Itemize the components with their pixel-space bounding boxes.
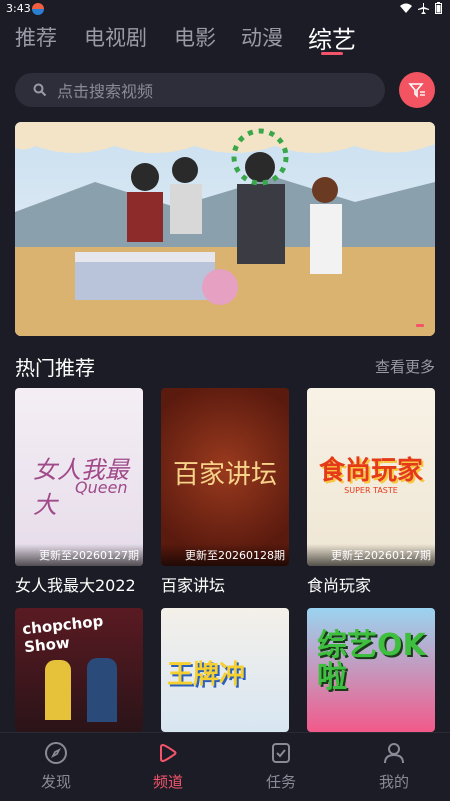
poster-title: chopchop Show bbox=[21, 611, 105, 657]
search-bar[interactable]: 点击搜索视频 bbox=[15, 73, 385, 107]
poster-title: 食尚玩家 bbox=[318, 456, 423, 486]
poster-title: 王牌冲 bbox=[167, 660, 246, 690]
update-label: 更新至20260127期 bbox=[15, 544, 143, 566]
update-label: 更新至20260128期 bbox=[161, 544, 289, 566]
filter-button[interactable] bbox=[399, 72, 435, 108]
nav-tasks[interactable]: 任务 bbox=[241, 733, 321, 792]
see-more-link[interactable]: 查看更多 bbox=[375, 356, 435, 377]
nav-label: 发现 bbox=[40, 773, 71, 791]
featured-banner[interactable] bbox=[15, 122, 435, 336]
poster-title: 综艺OK啦 bbox=[317, 628, 426, 695]
user-icon bbox=[384, 743, 404, 764]
poster-subtitle: Queen bbox=[75, 478, 128, 497]
show-card[interactable]: 综艺OK啦 bbox=[307, 608, 435, 732]
update-label: 更新至20260127期 bbox=[307, 544, 435, 566]
show-card[interactable]: 女人我最大 Queen 更新至20260127期 女人我最大2022 bbox=[15, 388, 143, 596]
nav-mine[interactable]: 我的 bbox=[354, 733, 434, 792]
search-icon bbox=[33, 83, 47, 97]
active-tab-indicator bbox=[321, 52, 343, 55]
airplane-mode-icon bbox=[418, 2, 429, 14]
show-poster: 女人我最大 Queen 更新至20260127期 bbox=[15, 388, 143, 566]
nav-label: 频道 bbox=[152, 773, 183, 791]
task-check-icon bbox=[272, 743, 290, 763]
poster-subtitle: SUPER TASTE bbox=[344, 486, 398, 495]
play-icon bbox=[160, 743, 177, 763]
wifi-icon bbox=[400, 3, 412, 13]
banner-indicator bbox=[416, 324, 424, 327]
system-icons bbox=[400, 2, 442, 14]
show-title: 食尚玩家 bbox=[307, 576, 372, 595]
nav-label: 我的 bbox=[378, 773, 409, 791]
category-tabs: 推荐 电视剧 电影 动漫 综艺 bbox=[0, 18, 450, 58]
show-card[interactable]: chopchop Show bbox=[15, 608, 143, 732]
show-title: 女人我最大2022 bbox=[15, 576, 136, 595]
compass-icon bbox=[45, 742, 67, 764]
status-time: 3:43 bbox=[6, 2, 31, 15]
show-title: 百家讲坛 bbox=[161, 576, 226, 595]
banner-image bbox=[15, 122, 435, 336]
poster-title: 百家讲坛 bbox=[172, 460, 277, 490]
tab-tv-series[interactable]: 电视剧 bbox=[84, 22, 147, 52]
show-card[interactable]: 百家讲坛 更新至20260128期 百家讲坛 bbox=[161, 388, 289, 596]
show-card[interactable]: 食尚玩家 SUPER TASTE 更新至20260127期 食尚玩家 bbox=[307, 388, 435, 596]
nav-label: 任务 bbox=[265, 773, 296, 791]
tab-variety[interactable]: 综艺 bbox=[308, 20, 356, 55]
nav-discover[interactable]: 发现 bbox=[16, 733, 96, 792]
app-notification-icon bbox=[32, 3, 44, 15]
battery-icon bbox=[435, 2, 442, 14]
status-bar: 3:43 bbox=[0, 0, 450, 18]
search-placeholder: 点击搜索视频 bbox=[57, 82, 154, 101]
show-poster: 食尚玩家 SUPER TASTE 更新至20260127期 bbox=[307, 388, 435, 566]
section-title: 热门推荐 bbox=[15, 356, 95, 380]
show-card[interactable]: 王牌冲 bbox=[161, 608, 289, 732]
nav-channel[interactable]: 频道 bbox=[128, 733, 208, 792]
tab-anime[interactable]: 动漫 bbox=[241, 22, 283, 52]
bottom-navigation: 发现 频道 任务 我的 bbox=[0, 732, 450, 801]
tab-movies[interactable]: 电影 bbox=[174, 22, 216, 52]
show-poster: 百家讲坛 更新至20260128期 bbox=[161, 388, 289, 566]
filter-icon bbox=[408, 83, 425, 98]
tab-recommend[interactable]: 推荐 bbox=[15, 22, 57, 52]
